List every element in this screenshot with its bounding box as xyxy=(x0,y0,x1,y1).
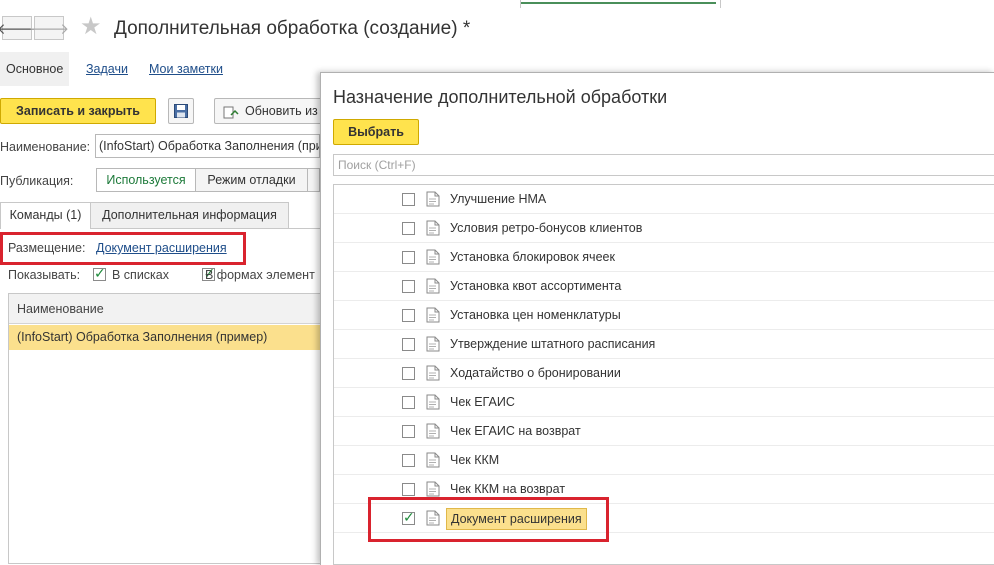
floppy-disk-icon xyxy=(174,104,188,118)
document-icon xyxy=(426,452,440,471)
tab-main[interactable]: Основное xyxy=(0,52,70,86)
tab-commands[interactable]: Команды (1) xyxy=(0,202,91,229)
refresh-from-file-button[interactable]: Обновить из xyxy=(214,98,324,124)
list-item-label: Чек ККМ xyxy=(450,453,500,467)
name-field[interactable]: (InfoStart) Обработка Заполнения (пример… xyxy=(95,134,320,158)
list-item-checkbox[interactable] xyxy=(402,193,415,206)
list-item-checkbox[interactable] xyxy=(402,338,415,351)
save-and-close-button[interactable]: Записать и закрыть xyxy=(0,98,156,124)
list-item[interactable]: Ходатайство о бронировании xyxy=(334,359,994,388)
show-label: Показывать: xyxy=(8,268,81,282)
item-highlight-frame xyxy=(368,497,609,542)
list-item-label: Утверждение штатного расписания xyxy=(450,337,656,351)
document-icon xyxy=(426,336,440,355)
window-top-strip xyxy=(0,0,994,8)
refresh-file-icon xyxy=(223,104,239,128)
list-item-label: Чек ЕГАИС на возврат xyxy=(450,424,581,438)
list-item-label: Чек ЕГАИС xyxy=(450,395,515,409)
save-button[interactable] xyxy=(168,98,194,124)
table-row[interactable]: (InfoStart) Обработка Заполнения (пример… xyxy=(9,325,320,350)
arrow-right-icon: 🡒 xyxy=(28,20,70,38)
publication-label: Публикация: xyxy=(0,174,74,188)
document-icon xyxy=(426,220,440,239)
list-item-checkbox[interactable] xyxy=(402,222,415,235)
publication-debug-option[interactable]: Режим отладки xyxy=(196,168,308,192)
list-item-label: Улучшение НМА xyxy=(450,192,547,206)
list-item-checkbox[interactable] xyxy=(402,396,415,409)
tab-baseline xyxy=(289,228,320,229)
commands-table: Наименование (InfoStart) Обработка Запол… xyxy=(8,293,320,564)
document-icon xyxy=(426,191,440,210)
list-item[interactable]: Улучшение НМА xyxy=(334,185,994,214)
name-label: Наименование: xyxy=(0,140,91,154)
list-item-label: Установка квот ассортимента xyxy=(450,279,622,293)
window-tab-separator xyxy=(520,0,521,8)
column-header-name[interactable]: Наименование xyxy=(9,294,320,324)
tab-additional-info[interactable]: Дополнительная информация xyxy=(91,202,289,229)
list-item-checkbox[interactable] xyxy=(402,280,415,293)
refresh-from-file-label: Обновить из xyxy=(245,104,318,118)
list-item[interactable]: Установка цен номенклатуры xyxy=(334,301,994,330)
document-icon xyxy=(426,423,440,442)
show-in-lists-checkbox[interactable] xyxy=(93,265,106,282)
list-item-label: Условия ретро-бонусов клиентов xyxy=(450,221,643,235)
active-window-indicator xyxy=(520,2,716,4)
window-title: Дополнительная обработка (создание) * xyxy=(114,18,471,39)
tab-tasks[interactable]: Задачи xyxy=(86,52,128,86)
forward-button[interactable]: 🡒 xyxy=(29,16,69,40)
document-icon xyxy=(426,394,440,413)
placement-highlight-frame xyxy=(0,232,246,265)
document-icon xyxy=(426,365,440,384)
list-item-checkbox[interactable] xyxy=(402,425,415,438)
back-button[interactable]: 🡐 xyxy=(0,16,37,40)
document-icon xyxy=(426,278,440,297)
list-item-label: Установка цен номенклатуры xyxy=(450,308,621,322)
choose-button[interactable]: Выбрать xyxy=(333,119,419,145)
list-item[interactable]: Установка блокировок ячеек xyxy=(334,243,994,272)
list-item-checkbox[interactable] xyxy=(402,367,415,380)
document-icon xyxy=(426,307,440,326)
tab-my-notes[interactable]: Мои заметки xyxy=(149,52,223,86)
list-item-label: Установка блокировок ячеек xyxy=(450,250,615,264)
publication-used-option[interactable]: Используется xyxy=(96,168,196,192)
list-item-checkbox[interactable] xyxy=(402,251,415,264)
show-in-lists-label: В списках xyxy=(112,268,170,282)
publication-more-option[interactable] xyxy=(308,168,320,192)
document-icon xyxy=(426,249,440,268)
list-item-label: Ходатайство о бронировании xyxy=(450,366,621,380)
list-item[interactable]: Условия ретро-бонусов клиентов xyxy=(334,214,994,243)
favorite-star-icon[interactable]: ★ xyxy=(80,14,102,40)
list-item[interactable]: Утверждение штатного расписания xyxy=(334,330,994,359)
list-item[interactable]: Чек ККМ xyxy=(334,446,994,475)
list-item[interactable]: Чек ЕГАИС на возврат xyxy=(334,417,994,446)
window-tab-separator xyxy=(720,0,721,8)
search-input[interactable]: Поиск (Ctrl+F) xyxy=(333,154,994,176)
list-item[interactable]: Чек ЕГАИС xyxy=(334,388,994,417)
list-item-checkbox[interactable] xyxy=(402,483,415,496)
show-in-forms-label: В формах элемент xyxy=(205,268,315,282)
assignment-dialog: Назначение дополнительной обработки Выбр… xyxy=(320,72,994,565)
dialog-title: Назначение дополнительной обработки xyxy=(333,87,668,107)
list-item[interactable]: Установка квот ассортимента xyxy=(334,272,994,301)
list-item-checkbox[interactable] xyxy=(402,454,415,467)
list-item-checkbox[interactable] xyxy=(402,309,415,322)
